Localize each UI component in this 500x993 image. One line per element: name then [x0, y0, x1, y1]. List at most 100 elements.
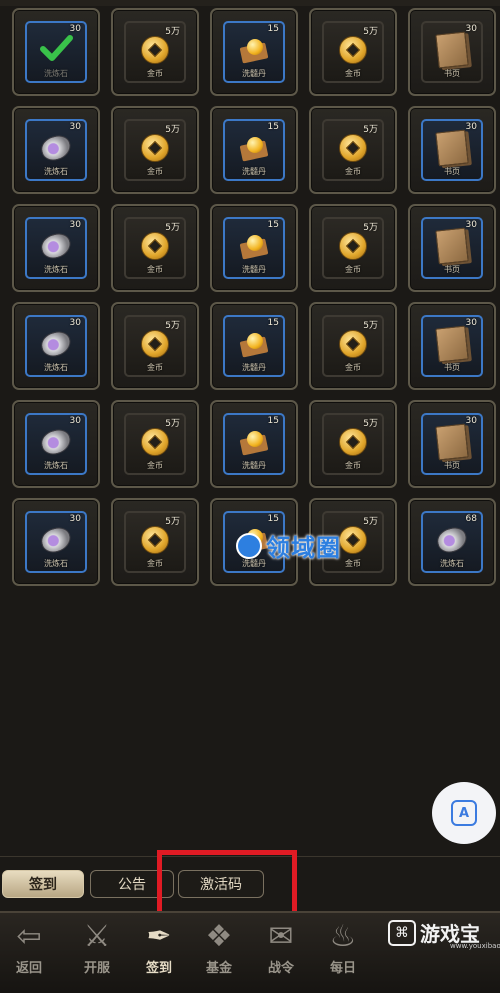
book-page-icon — [435, 129, 469, 167]
reward-card: 5万 金币 — [322, 413, 384, 475]
reward-cell[interactable]: 5万 金币 — [309, 106, 397, 194]
gold-coin-icon — [141, 329, 169, 358]
book-page-icon — [435, 423, 469, 461]
reward-name: 金币 — [345, 265, 361, 274]
reward-cell[interactable]: 30 书页 — [408, 400, 496, 488]
nav-daily[interactable]: ♨ 每日 — [314, 917, 372, 991]
reward-name: 金币 — [345, 461, 361, 470]
reward-name: 金币 — [147, 167, 163, 176]
reward-name: 洗髓丹 — [242, 363, 266, 372]
reward-card: 5万 金币 — [322, 21, 384, 83]
reward-cell[interactable]: 5万 金币 — [111, 106, 199, 194]
reward-cell[interactable]: 30 书页 — [408, 8, 496, 96]
reward-cell[interactable]: 5万 金币 — [309, 400, 397, 488]
reward-cell[interactable]: 30 洗炼石 — [12, 8, 100, 96]
sword-icon: ⚔ — [83, 919, 111, 954]
gold-coin-icon — [339, 133, 367, 162]
reward-qty: 15 — [267, 122, 279, 132]
refine-stone-icon — [38, 132, 74, 164]
tab-signin[interactable]: 签到 — [2, 870, 84, 898]
reward-card: 30 洗炼石 — [25, 217, 87, 279]
reward-card: 5万 金币 — [124, 217, 186, 279]
reward-name: 洗炼石 — [44, 559, 68, 568]
reward-cell[interactable]: 15 洗髓丹 — [210, 204, 298, 292]
reward-card: 30 洗炼石 — [25, 21, 87, 83]
reward-name: 金币 — [345, 363, 361, 372]
reward-cell[interactable]: 15 洗髓丹 — [210, 302, 298, 390]
reward-card: 5万 金币 — [124, 413, 186, 475]
reward-name: 洗炼石 — [44, 265, 68, 274]
brush-icon: ✒ — [146, 919, 172, 954]
reward-cell[interactable]: 30 书页 — [408, 302, 496, 390]
marrow-pill-icon — [239, 331, 269, 358]
reward-card: 5万 金币 — [124, 21, 186, 83]
reward-grid: 30 洗炼石 5万 金币 15 洗髓丹 5万 金币 30 书页 30 洗炼石 5万 金币 15 洗髓丹 5万 金币… — [12, 8, 497, 586]
reward-cell[interactable]: 15 洗髓丹 — [210, 400, 298, 488]
back-button[interactable]: ⇦ 返回 — [0, 917, 58, 991]
reward-card: 68 洗炼石 — [421, 511, 483, 573]
nav-label: 每日 — [329, 961, 356, 976]
reward-card: 5万 金币 — [124, 511, 186, 573]
book-page-icon — [435, 31, 469, 69]
reward-cell[interactable]: 5万 金币 — [309, 8, 397, 96]
nav-battle-pass[interactable]: ✉ 战令 — [252, 917, 310, 991]
reward-qty: 15 — [267, 220, 279, 230]
back-label: 返回 — [15, 961, 42, 976]
reward-cell[interactable]: 30 洗炼石 — [12, 302, 100, 390]
reward-card: 30 书页 — [421, 119, 483, 181]
nav-label: 基金 — [205, 961, 232, 976]
gamepad-icon: ⌘ — [388, 919, 416, 946]
marrow-pill-icon — [239, 233, 269, 260]
reward-cell[interactable]: 5万 金币 — [111, 498, 199, 586]
reward-cell[interactable]: 30 洗炼石 — [12, 498, 100, 586]
reward-cell[interactable]: 68 洗炼石 — [408, 498, 496, 586]
refine-stone-icon — [38, 230, 74, 262]
reward-card: 15 洗髓丹 — [223, 217, 285, 279]
reward-cell[interactable]: 5万 金币 — [111, 302, 199, 390]
book-page-icon — [435, 227, 469, 265]
reward-card: 30 书页 — [421, 413, 483, 475]
refine-stone-icon — [38, 524, 74, 556]
reward-qty: 30 — [69, 220, 81, 230]
nav-signin[interactable]: ✒ 签到 — [130, 917, 188, 991]
reward-card: 5万 金币 — [124, 119, 186, 181]
reward-card: 30 洗炼石 — [25, 119, 87, 181]
reward-cell[interactable]: 30 洗炼石 — [12, 204, 100, 292]
nav-server-open[interactable]: ⚔ 开服 — [68, 917, 126, 991]
reward-name: 书页 — [444, 461, 460, 470]
reward-cell[interactable]: 30 书页 — [408, 106, 496, 194]
refine-stone-icon — [434, 524, 470, 556]
reward-cell[interactable]: 15 洗髓丹 — [210, 106, 298, 194]
reward-cell[interactable]: 30 洗炼石 — [12, 400, 100, 488]
reward-qty: 30 — [465, 24, 477, 34]
reward-cell[interactable]: 5万 金币 — [111, 204, 199, 292]
reward-name: 书页 — [444, 265, 460, 274]
reward-qty: 30 — [69, 416, 81, 426]
reward-cell[interactable]: 30 书页 — [408, 204, 496, 292]
refine-stone-icon — [38, 328, 74, 360]
translate-icon: A — [451, 800, 477, 826]
reward-name: 洗炼石 — [44, 167, 68, 176]
gold-coin-icon — [339, 231, 367, 260]
reward-cell[interactable]: 5万 金币 — [111, 8, 199, 96]
nav-fund[interactable]: ❖ 基金 — [190, 917, 248, 991]
reward-cell[interactable]: 5万 金币 — [309, 302, 397, 390]
floating-translate-button[interactable]: A — [432, 782, 496, 844]
reward-card: 30 洗炼石 — [25, 315, 87, 377]
brand-url: www.youxibao.com — [450, 942, 500, 950]
reward-cell[interactable]: 5万 金币 — [111, 400, 199, 488]
reward-card: 30 洗炼石 — [25, 413, 87, 475]
watermark-logo-icon — [236, 532, 262, 559]
reward-cell[interactable]: 15 洗髓丹 — [210, 8, 298, 96]
gold-coin-icon — [141, 231, 169, 260]
brand-logo: ⌘ 游戏宝 www.youxibao.com — [388, 918, 500, 950]
marrow-pill-icon — [239, 37, 269, 64]
reward-name: 书页 — [444, 167, 460, 176]
reward-name: 金币 — [345, 167, 361, 176]
reward-cell[interactable]: 5万 金币 — [309, 204, 397, 292]
reward-qty: 30 — [69, 122, 81, 132]
reward-card: 30 洗炼石 — [25, 511, 87, 573]
reward-cell[interactable]: 30 洗炼石 — [12, 106, 100, 194]
top-edge — [0, 0, 500, 6]
reward-name: 书页 — [444, 363, 460, 372]
